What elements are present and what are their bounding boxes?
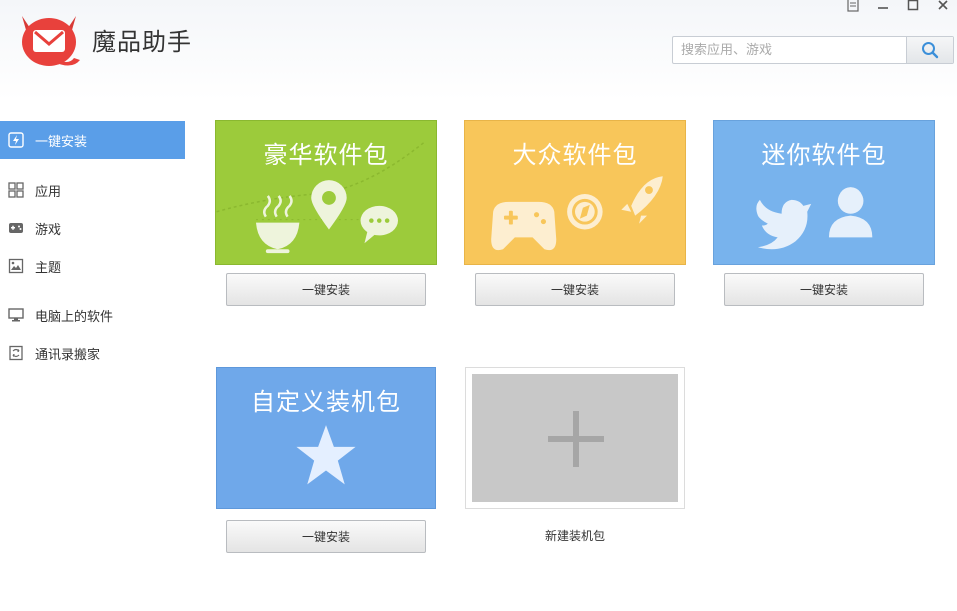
new-package-button[interactable]	[465, 367, 685, 509]
package-title: 大众软件包	[512, 141, 638, 169]
grid-icon	[8, 182, 24, 198]
package-card-deluxe[interactable]: 豪华软件包	[215, 120, 437, 265]
package-card-popular[interactable]: 大众软件包	[464, 120, 686, 265]
sidebar-item-label: 一键安装	[35, 134, 88, 150]
one-click-install-button[interactable]: 一键安装	[724, 273, 924, 306]
devil-mail-logo-icon	[22, 16, 80, 66]
monitor-icon	[8, 308, 24, 322]
maximize-icon[interactable]	[905, 0, 921, 13]
package-title: 豪华软件包	[263, 141, 389, 169]
image-icon	[8, 258, 24, 274]
sidebar-item-label: 电脑上的软件	[35, 309, 114, 325]
sidebar-item-games[interactable]: 游戏	[0, 209, 185, 247]
app-title: 魔品助手	[92, 28, 192, 56]
search-icon	[922, 42, 939, 59]
one-click-install-button[interactable]: 一键安装	[226, 520, 426, 553]
sidebar-item-pc-software[interactable]: 电脑上的软件	[0, 296, 185, 334]
gamepad-icon	[9, 223, 23, 233]
contacts-transfer-icon	[9, 345, 23, 361]
package-card-mini[interactable]: 迷你软件包	[713, 120, 935, 265]
search-input[interactable]	[673, 37, 907, 63]
sidebar-item-label: 主题	[35, 260, 62, 276]
package-title: 迷你软件包	[761, 141, 887, 169]
lightning-icon	[8, 132, 24, 148]
sidebar-item-one-click-install[interactable]: 一键安装	[0, 121, 185, 159]
sidebar-item-label: 通讯录搬家	[35, 347, 101, 363]
menu-icon[interactable]	[845, 0, 861, 13]
sidebar-item-contacts-transfer[interactable]: 通讯录搬家	[0, 334, 185, 372]
close-icon[interactable]	[935, 0, 951, 13]
search-button[interactable]	[906, 37, 953, 63]
sidebar-item-apps[interactable]: 应用	[0, 171, 185, 209]
package-title: 自定义装机包	[251, 388, 401, 416]
sidebar-item-label: 游戏	[35, 222, 62, 238]
header: 魔品助手	[0, 0, 957, 100]
package-card-custom[interactable]: 自定义装机包	[216, 367, 436, 509]
minimize-icon[interactable]	[875, 0, 891, 13]
one-click-install-button[interactable]: 一键安装	[475, 273, 675, 306]
sidebar-item-themes[interactable]: 主题	[0, 247, 185, 285]
sidebar-item-label: 应用	[35, 184, 62, 200]
plus-icon	[548, 411, 604, 467]
new-package-label: 新建装机包	[544, 529, 605, 543]
one-click-install-button[interactable]: 一键安装	[226, 273, 426, 306]
window-controls	[845, 0, 951, 14]
search-box	[672, 36, 954, 64]
new-package-placeholder	[472, 374, 678, 502]
